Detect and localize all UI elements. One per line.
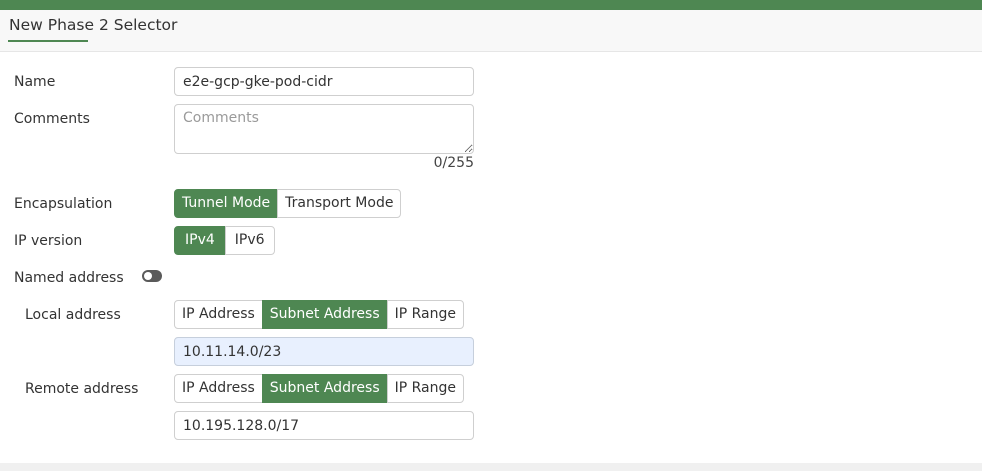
ip-version-toggle-group: IPv4 IPv6	[174, 226, 275, 255]
ipv6-button[interactable]: IPv6	[224, 226, 275, 255]
remote-ip-address-button[interactable]: IP Address	[174, 374, 263, 403]
local-subnet-address-button[interactable]: Subnet Address	[261, 300, 388, 329]
local-address-label: Local address	[25, 307, 121, 323]
dialog-header: New Phase 2 Selector	[0, 10, 982, 52]
page-title: New Phase 2 Selector	[9, 16, 178, 34]
remote-ip-range-button[interactable]: IP Range	[386, 374, 465, 403]
name-label: Name	[14, 74, 56, 90]
encapsulation-toggle-group: Tunnel Mode Transport Mode	[174, 189, 402, 218]
remote-subnet-address-button[interactable]: Subnet Address	[261, 374, 388, 403]
local-address-type-group: IP Address Subnet Address IP Range	[174, 300, 465, 329]
comments-label: Comments	[14, 111, 90, 127]
remote-address-type-group: IP Address Subnet Address IP Range	[174, 374, 465, 403]
name-input[interactable]	[174, 67, 474, 96]
comments-textarea[interactable]	[174, 104, 474, 154]
remote-address-label: Remote address	[25, 381, 139, 397]
transport-mode-button[interactable]: Transport Mode	[277, 189, 402, 218]
remote-address-input[interactable]	[174, 411, 474, 440]
comments-char-counter: 0/255	[433, 155, 474, 171]
local-address-input[interactable]	[174, 337, 474, 366]
title-underline	[8, 40, 88, 42]
ip-version-label: IP version	[14, 233, 83, 249]
local-ip-address-button[interactable]: IP Address	[174, 300, 263, 329]
toggle-knob	[144, 272, 152, 280]
named-address-label: Named address	[14, 270, 124, 286]
encapsulation-label: Encapsulation	[14, 196, 113, 212]
tunnel-mode-button[interactable]: Tunnel Mode	[174, 189, 279, 218]
top-accent-bar	[0, 0, 982, 10]
local-ip-range-button[interactable]: IP Range	[386, 300, 465, 329]
footer-strip	[0, 463, 982, 471]
ipv4-button[interactable]: IPv4	[174, 226, 226, 255]
named-address-toggle[interactable]	[142, 270, 162, 282]
